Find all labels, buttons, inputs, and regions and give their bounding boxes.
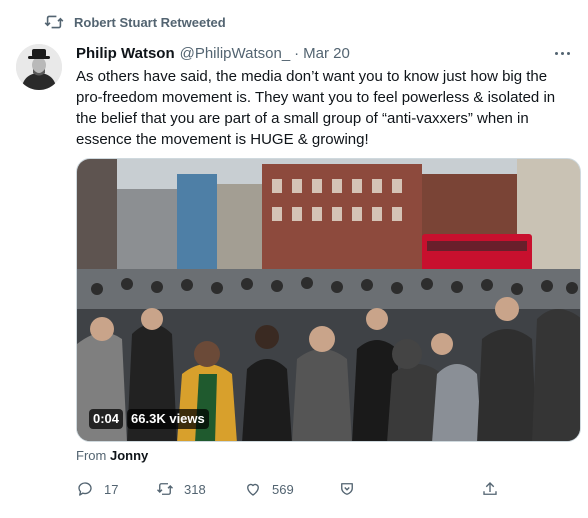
retweet-count: 318: [184, 481, 206, 497]
reply-button[interactable]: 17: [76, 480, 118, 498]
video-player[interactable]: 0:04 66.3K views: [76, 158, 581, 442]
avatar-image: [16, 44, 62, 90]
separator-dot: ·: [294, 45, 300, 62]
tweet-date[interactable]: Mar 20: [303, 45, 350, 63]
retweet-icon: [44, 15, 64, 29]
tweet-actions: 17 318 569: [76, 480, 516, 504]
author-name[interactable]: Philip Watson: [76, 45, 175, 63]
tweet-header: Philip Watson @PhilipWatson_ · Mar 20: [76, 45, 350, 63]
video-badges: 0:04 66.3K views: [89, 409, 209, 429]
author-handle[interactable]: @PhilipWatson_: [180, 45, 291, 63]
retweet-label: Robert Stuart Retweeted: [74, 14, 226, 30]
more-options-icon[interactable]: [550, 44, 574, 62]
share-button[interactable]: [481, 480, 509, 498]
source-name[interactable]: Jonny: [110, 448, 148, 463]
video-views: 66.3K views: [127, 409, 209, 429]
heart-icon: [247, 483, 259, 496]
like-button[interactable]: 569: [244, 480, 294, 498]
retweet-context[interactable]: Robert Stuart Retweeted: [44, 12, 226, 32]
retweet-icon: [157, 483, 173, 495]
source-prefix: From: [76, 448, 107, 463]
retweet-button[interactable]: 318: [156, 480, 206, 498]
video-duration: 0:04: [89, 409, 124, 429]
video-thumbnail: [77, 159, 580, 441]
shield-icon: [341, 483, 353, 495]
tweet-text: As others have said, the media don’t wan…: [76, 68, 556, 148]
video-source: From Jonny: [76, 448, 148, 463]
share-icon: [483, 482, 497, 495]
like-count: 569: [272, 481, 294, 497]
avatar[interactable]: [16, 44, 62, 90]
tip-button[interactable]: [338, 480, 366, 498]
reply-icon: [78, 482, 92, 496]
reply-count: 17: [104, 481, 119, 497]
